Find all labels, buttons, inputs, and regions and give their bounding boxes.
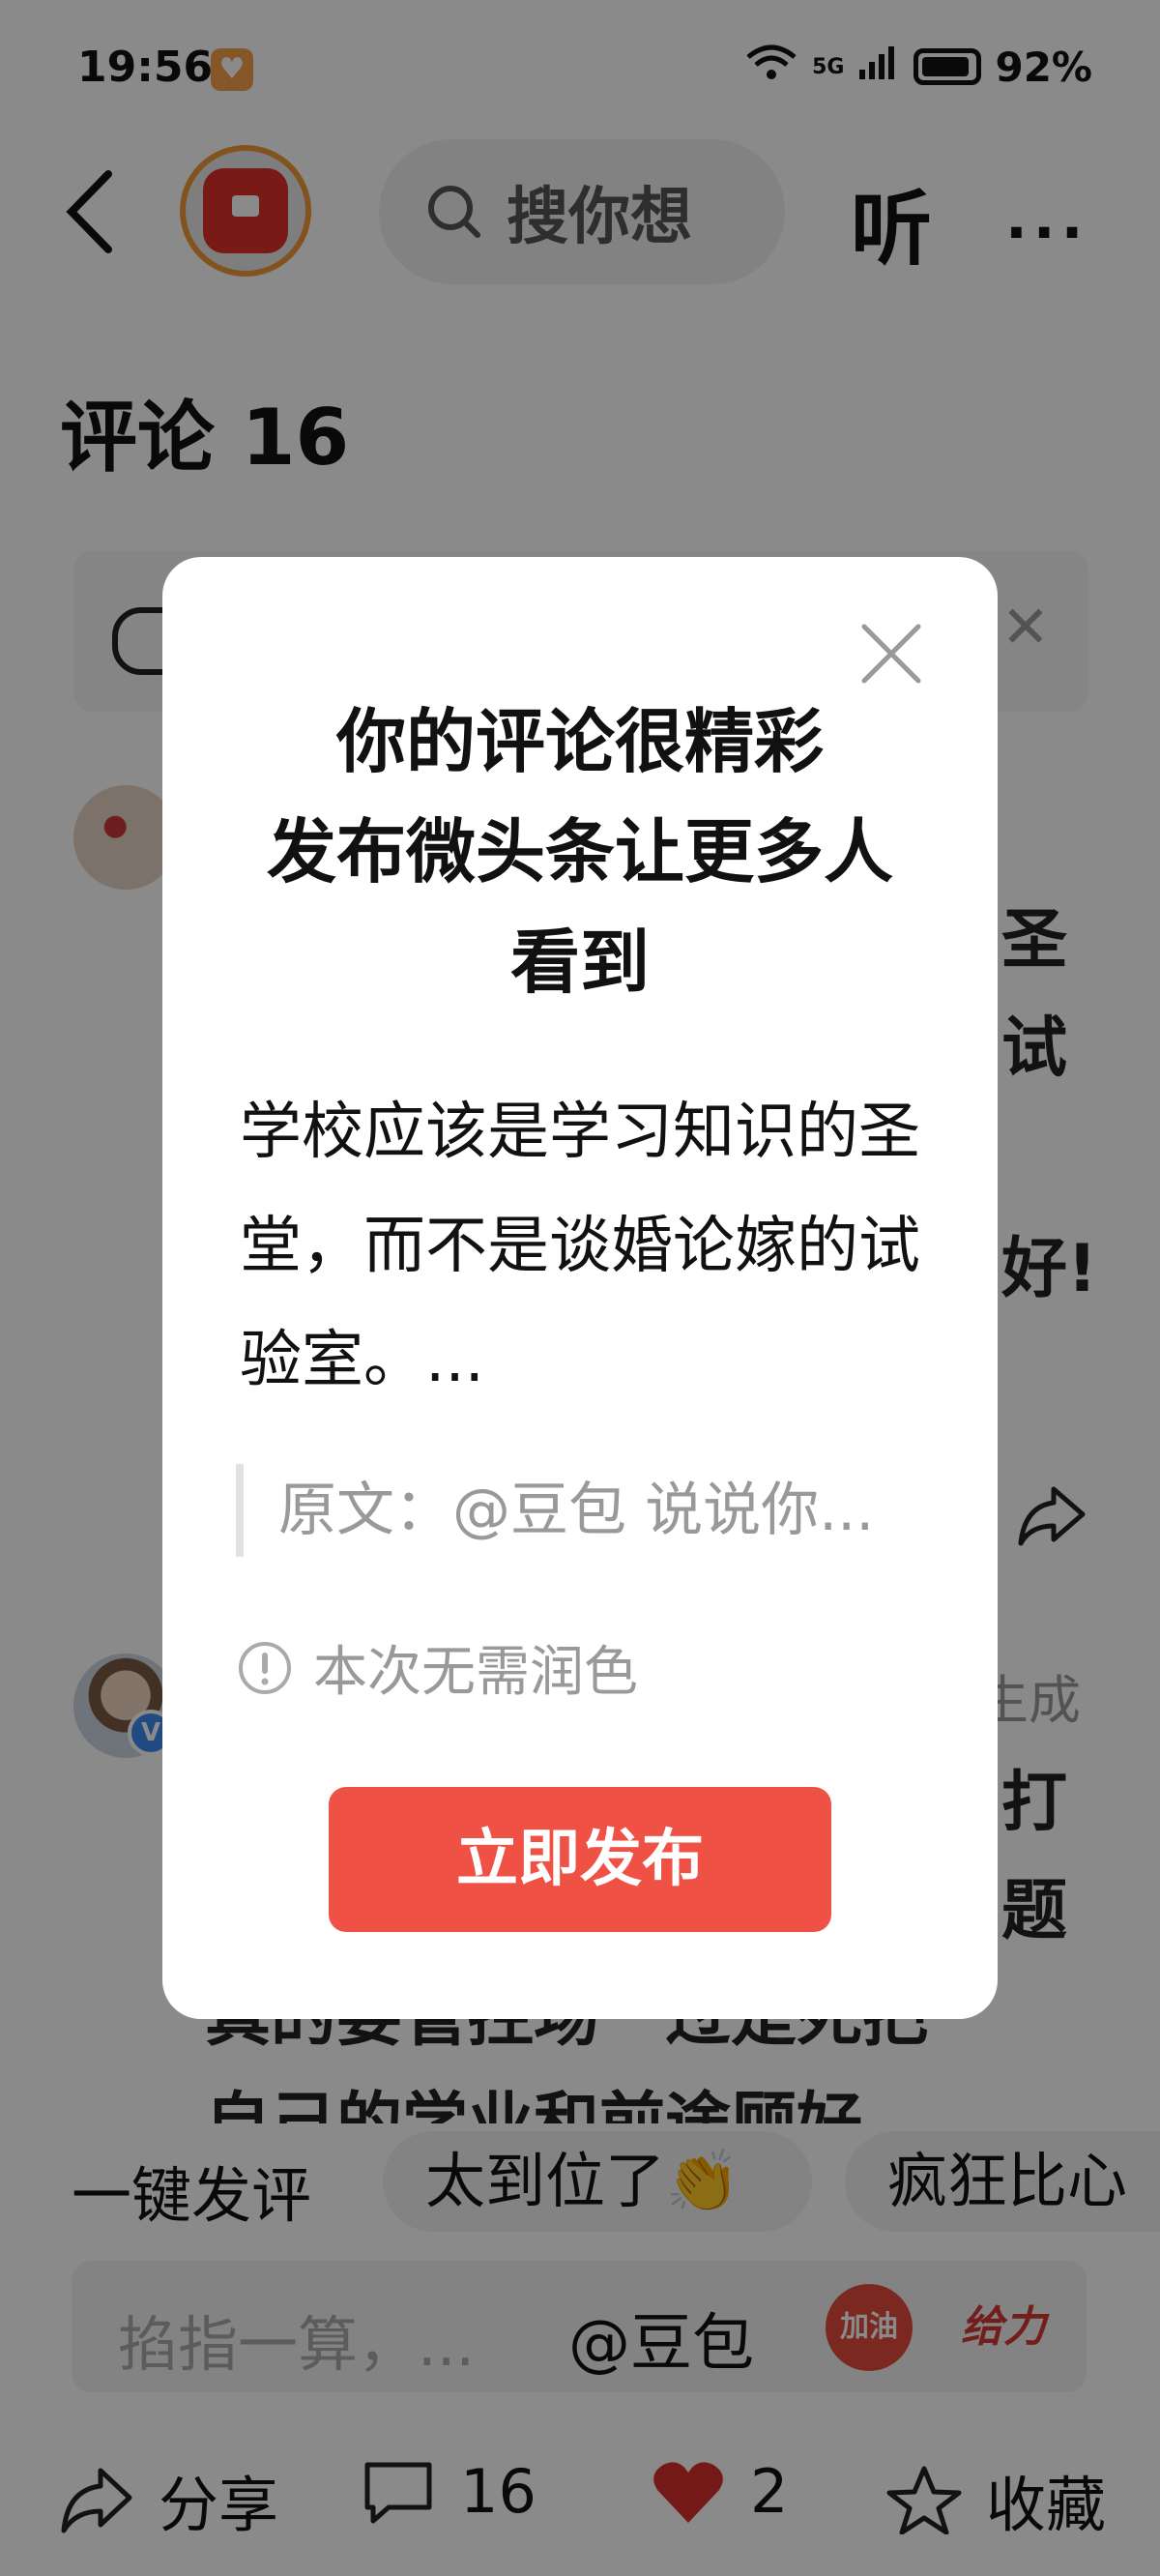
comment-preview: 学校应该是学习知识的圣堂，而不是谈婚论嫁的试验室。... [240,1097,920,1396]
dialog-title-line: 看到 [509,922,650,1003]
close-icon[interactable] [858,621,924,687]
dialog-title-line: 你的评论很精彩 [335,701,824,782]
polish-notice: 本次无需润色 [236,1628,638,1707]
publish-dialog: 你的评论很精彩 发布微头条让更多人 看到 学校应该是学习知识的圣堂，而不是谈婚论… [162,557,998,2019]
dialog-title: 你的评论很精彩 发布微头条让更多人 看到 [201,687,959,1017]
publish-now-button[interactable]: 立即发布 [329,1787,831,1932]
dialog-title-line: 发布微头条让更多人 [266,811,893,893]
original-post-quote: 原文：@豆包 说说你... [236,1464,932,1557]
info-icon [239,1641,291,1694]
polish-notice-text: 本次无需润色 [313,1641,638,1704]
